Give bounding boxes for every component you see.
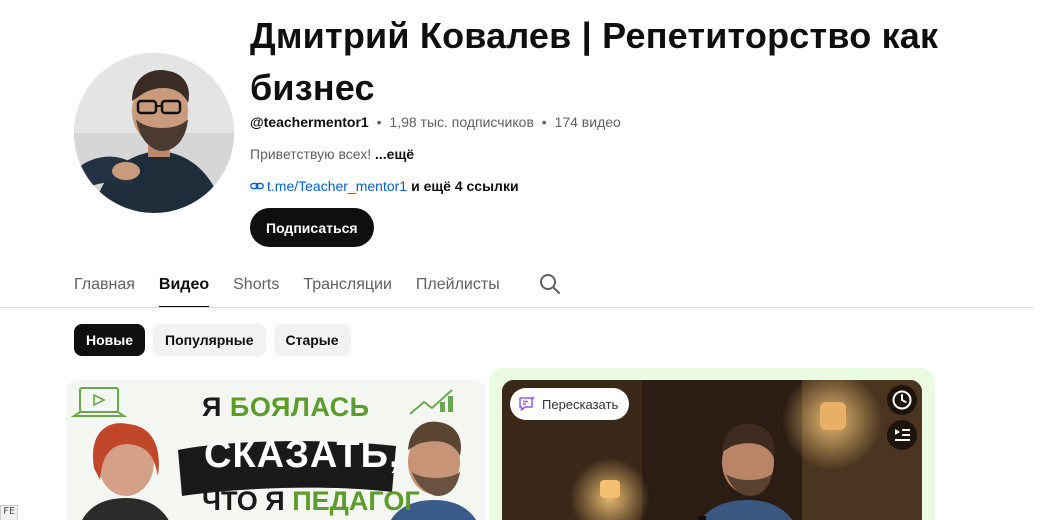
- channel-name: Дмитрий Ковалев | Репетиторство как бизн…: [250, 15, 939, 108]
- clock-icon[interactable]: [887, 385, 917, 415]
- thumb-word-accent: ПЕДАГОГ: [292, 486, 420, 516]
- retell-icon: [519, 396, 535, 411]
- sort-chips: Новые Популярные Старые: [74, 324, 359, 356]
- thumb-text-line-3: ЧТО Я ПЕДАГОГ: [202, 486, 420, 517]
- channel-tabs: Главная Видео Shorts Трансляции Плейлист…: [74, 262, 524, 308]
- channel-meta: @teachermentor1 • 1,98 тыс. подписчиков …: [250, 112, 621, 132]
- search-icon[interactable]: [538, 272, 562, 296]
- retell-label: Пересказать: [542, 396, 619, 412]
- video-thumbnail-1[interactable]: Я БОЯЛАСЬ СКАЗАТЬ, ЧТО Я ПЕДАГОГ: [66, 380, 486, 520]
- tab-videos[interactable]: Видео: [158, 262, 210, 308]
- chip-oldest[interactable]: Старые: [273, 324, 351, 356]
- channel-description[interactable]: Приветствую всех! ...ещё: [250, 144, 414, 164]
- tabs-divider: [0, 307, 1033, 308]
- chip-newest[interactable]: Новые: [74, 324, 146, 356]
- subscriber-count: 1,98 тыс. подписчиков: [389, 114, 534, 130]
- thumb-word: Я: [202, 392, 222, 422]
- thumb-text-line-1: Я БОЯЛАСЬ: [202, 392, 370, 423]
- link-icon: [250, 179, 264, 193]
- channel-link[interactable]: t.me/Teacher_mentor1: [267, 176, 407, 196]
- meta-separator: •: [376, 114, 382, 130]
- channel-handle: @teachermentor1: [250, 114, 369, 130]
- thumb-word-accent: БОЯЛАСЬ: [229, 392, 370, 422]
- video-count: 174 видео: [554, 114, 621, 130]
- tab-playlists[interactable]: Плейлисты: [416, 262, 500, 308]
- queue-icon[interactable]: [887, 420, 917, 450]
- more-links-button[interactable]: и ещё 4 ссылки: [411, 176, 518, 196]
- retell-button[interactable]: Пересказать: [510, 388, 630, 420]
- thumb-word: ЧТО Я: [202, 486, 285, 516]
- channel-avatar[interactable]: [74, 53, 234, 213]
- meta-separator: •: [541, 114, 547, 130]
- tab-shorts[interactable]: Shorts: [233, 262, 279, 308]
- tab-live[interactable]: Трансляции: [303, 262, 392, 308]
- corner-badge: FE: [0, 505, 19, 520]
- channel-links: t.me/Teacher_mentor1 и ещё 4 ссылки: [250, 176, 519, 196]
- chip-popular[interactable]: Популярные: [153, 324, 266, 356]
- thumb-text-line-2: СКАЗАТЬ,: [204, 434, 401, 476]
- subscribe-button[interactable]: Подписаться: [250, 208, 374, 247]
- tab-home[interactable]: Главная: [74, 262, 135, 308]
- description-more-link[interactable]: ...ещё: [375, 146, 414, 162]
- description-text: Приветствую всех!: [250, 146, 372, 162]
